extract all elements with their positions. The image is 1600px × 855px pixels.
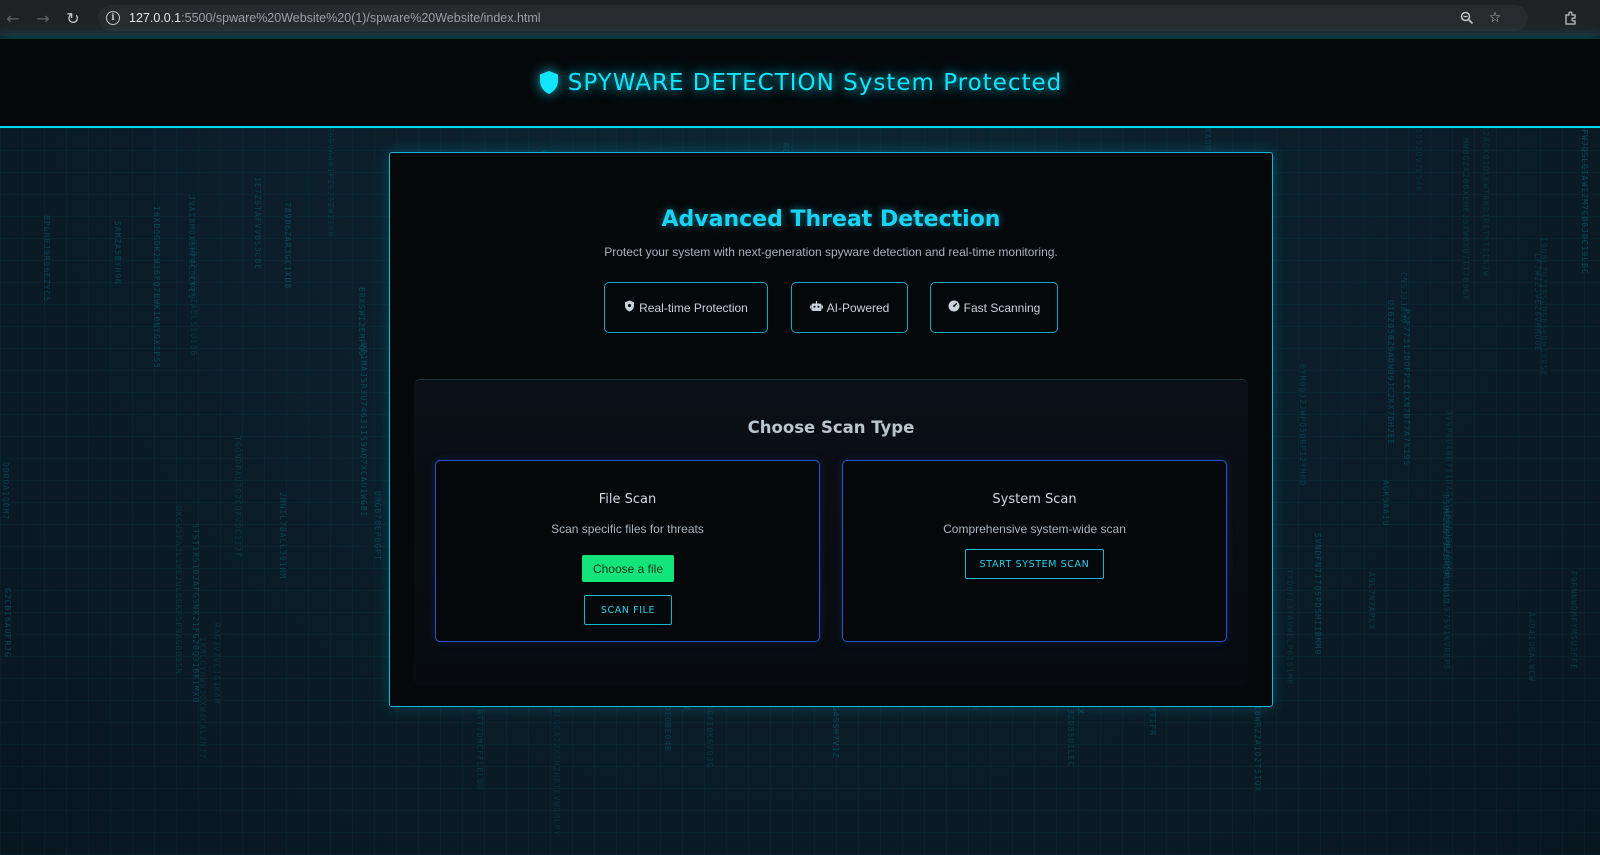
matrix-code-column: G2CBI6AUFRJG	[3, 588, 12, 658]
reload-icon[interactable]: ↻	[58, 3, 88, 33]
matrix-code-column: 2MNIL78ALL391HM	[278, 492, 287, 580]
system-scan-description: Comprehensive system-wide scan	[943, 522, 1126, 536]
feature-label: Real-time Protection	[639, 300, 748, 315]
scan-section-title: Choose Scan Type	[747, 418, 915, 437]
system-scan-title: System Scan	[992, 492, 1077, 507]
matrix-code-column: 1KMLCYHW93OXW4CALZNJ7	[198, 637, 207, 760]
matrix-code-column: I6XDQGDK2W36FQ7BWK10NYGXIPS5	[152, 206, 161, 369]
zoom-icon[interactable]	[1458, 9, 1476, 27]
matrix-code-column: I9Q8LZUZ1RSCDGB5EDH1XRSE	[1539, 237, 1548, 377]
matrix-code-column: QY8K155ZQV7E54K	[1414, 128, 1423, 193]
matrix-code-column: A4941U6ALWCW	[1527, 612, 1536, 682]
file-scan-title: File Scan	[598, 492, 657, 507]
main-panel: Advanced Threat Detection Protect your s…	[389, 152, 1273, 707]
browser-toolbar: ← → ↻ i 127.0.0.1:5500/spware%20Website%…	[0, 0, 1600, 36]
system-scan-card: System Scan Comprehensive system-wide sc…	[842, 460, 1227, 642]
matrix-code-column: SAMZA5BYH9N	[113, 221, 122, 285]
forward-icon[interactable]: →	[28, 3, 58, 33]
hero-subtitle: Protect your system with next-generation…	[604, 245, 1058, 259]
matrix-code-column: DKCV5PA3L1VEJUL6GKF5PNAGBB9SN	[174, 506, 183, 675]
feature-ai-powered: AI-Powered	[791, 282, 908, 333]
scan-type-section: Choose Scan Type File Scan Scan specific…	[414, 379, 1248, 685]
matrix-code-column: T6QNDPAU362CQFVDC3I7F	[233, 436, 242, 559]
url-host: 127.0.0.1	[129, 11, 182, 25]
shield-icon	[624, 300, 635, 315]
site-info-icon[interactable]: i	[106, 11, 120, 25]
shield-icon	[538, 70, 560, 95]
gauge-icon	[948, 300, 960, 315]
extensions-icon[interactable]	[1562, 9, 1580, 27]
matrix-code-column: 9GEA2AQK81DLKWTRKB1RITYTIINJW	[1481, 128, 1490, 277]
matrix-code-column: J23U8DR69QA461FISJ5ZWI1X0	[326, 128, 335, 238]
address-bar[interactable]: i 127.0.0.1:5500/spware%20Website%20(1)/…	[98, 5, 1528, 31]
matrix-code-column: TFHRFWJQSLQIAWI2M7CB0JDC19LBC	[1580, 128, 1589, 275]
feature-label: Fast Scanning	[963, 300, 1041, 315]
matrix-code-column: JVAI8MOX5HF9C3CPEU	[187, 195, 196, 300]
matrix-code-column: A9L7N7APLX	[1367, 572, 1376, 631]
matrix-code-column: U16ZO50Z9ADW99JC2KX7DH2EE	[1386, 300, 1395, 446]
file-scan-card: File Scan Scan specific files for threat…	[435, 460, 820, 642]
feature-realtime-protection: Real-time Protection	[604, 282, 768, 333]
matrix-code-column: 6YM0QJ2JWPQ5DRPI2YH0D	[1298, 364, 1307, 487]
matrix-code-column: URGB78EP8GPT	[373, 491, 382, 561]
feature-label: AI-Powered	[826, 300, 890, 315]
hero-title: Advanced Threat Detection	[661, 207, 1001, 232]
url-text[interactable]: 127.0.0.1:5500/spware%20Website%20(1)/sp…	[129, 11, 541, 25]
file-scan-description: Scan specific files for threats	[551, 522, 704, 536]
matrix-code-column: IE7Z9TAFVVBS3C0E	[253, 177, 262, 271]
choose-file-button[interactable]: Choose a file	[582, 555, 674, 582]
feature-fast-scanning: Fast Scanning	[930, 282, 1058, 333]
matrix-code-column: 8PGR0J9R96EZYC5	[42, 215, 51, 303]
matrix-code-column: VF1MAJ5R3U74631IS9AQ7XCAU1WG8I	[359, 343, 368, 518]
url-path: :5500/spware%20Website%20(1)/spware%20We…	[181, 11, 541, 25]
header-title: SPYWARE DETECTION System Protected	[538, 70, 1063, 96]
matrix-code-column: P2F7731JDOFPICIXN7DT7A7X19S	[1402, 309, 1411, 467]
matrix-code-column: ERXSWI2EMPQO	[357, 287, 366, 357]
site-header: SPYWARE DETECTION System Protected	[0, 38, 1600, 128]
matrix-code-column: ODROA1Q0M7	[1, 462, 10, 521]
matrix-code-column: F9RNNWDMFYMSU3FFE	[1569, 571, 1578, 670]
matrix-code-column: RAG3VZVCJG4KAM	[212, 623, 221, 705]
scan-file-button[interactable]: SCAN FILE	[584, 595, 672, 625]
start-system-scan-button[interactable]: START SYSTEM SCAN	[965, 549, 1104, 579]
matrix-code-column: H9XQNPEJSUENJMOUL97SV1KVREPS	[1442, 508, 1451, 671]
header-title-text: SPYWARE DETECTION System Protected	[567, 69, 1063, 96]
matrix-code-column: SVNDFN717Q5PD5MIIBMM9	[1313, 533, 1322, 656]
robot-icon	[809, 300, 823, 315]
matrix-code-column: AGK9AAIU	[1381, 480, 1390, 527]
matrix-code-column: 78906ZAR3GC1XD8	[283, 202, 292, 290]
bookmark-star-icon[interactable]: ☆	[1486, 9, 1504, 27]
back-icon[interactable]: ←	[0, 3, 28, 33]
matrix-code-column: MW0GZA20BXEHEJ9XW0XU7TT709GX	[1461, 138, 1470, 301]
matrix-code-column: TYD0FE3YAHWELP6TS1MK	[1285, 569, 1294, 686]
